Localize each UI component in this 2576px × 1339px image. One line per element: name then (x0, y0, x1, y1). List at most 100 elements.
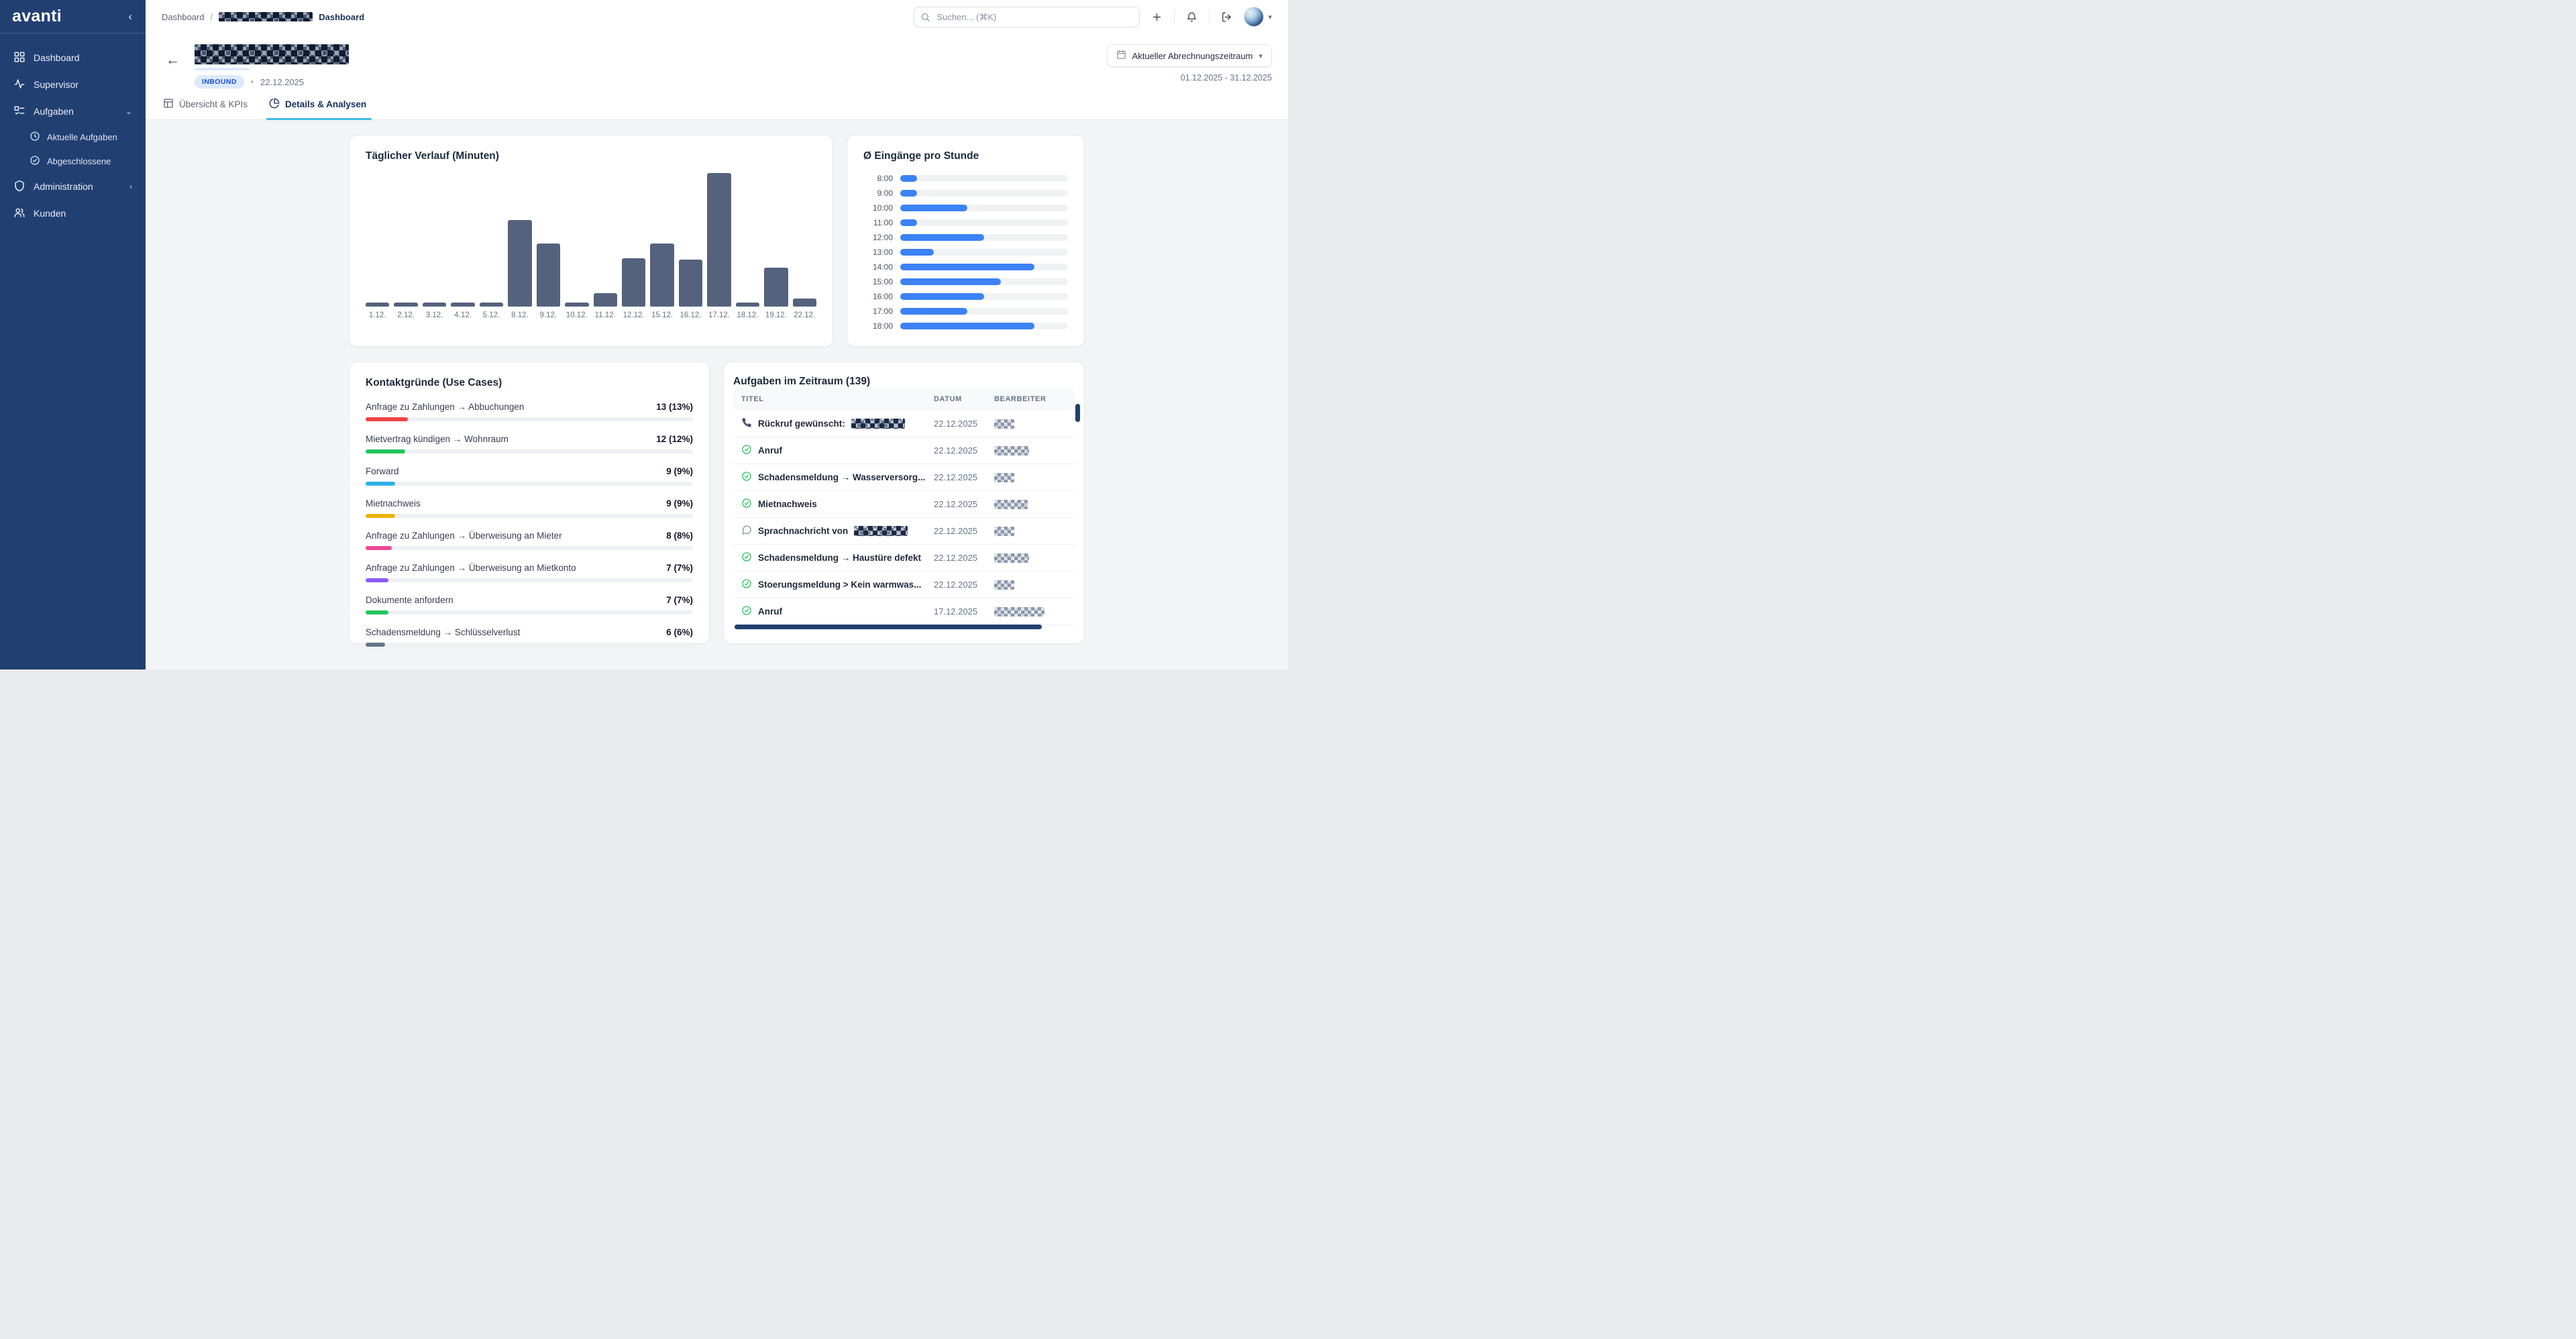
bearbeiter-redacted (994, 580, 1014, 590)
task-title: Sprachnachricht von (758, 526, 848, 536)
use-case-label: Dokumente anfordern (366, 595, 462, 605)
table-row[interactable]: Mietnachweis 22.12.2025 (733, 491, 1075, 518)
progress-track (366, 610, 693, 614)
notifications-bell-button[interactable] (1183, 9, 1200, 25)
task-title: Schadensmeldung → Wasserversorg... (758, 472, 925, 482)
check-circle-icon (741, 605, 752, 618)
x-axis-tick-label: 18.12. (737, 311, 758, 319)
hour-row: 15:00 (863, 274, 1068, 289)
billing-period-dropdown[interactable]: Aktueller Abrechnungszeitraum ▾ (1107, 44, 1272, 67)
x-axis-tick-label: 9.12. (540, 311, 557, 319)
daily-bar-chart: 1.12. 2.12. 3.12. 4.12. (366, 173, 816, 319)
bar-fill (900, 190, 917, 197)
daily-minutes-card: Täglicher Verlauf (Minuten) 1.12. 2.12. (349, 135, 833, 347)
task-title: Anruf (758, 445, 782, 456)
hour-label: 15:00 (863, 277, 893, 286)
add-button[interactable] (1148, 9, 1165, 25)
task-title-redacted (851, 419, 905, 429)
task-bearbeiter-cell (994, 419, 1075, 429)
sidebar-item-aktuelle-aufgaben[interactable]: Aktuelle Aufgaben (7, 125, 139, 149)
x-axis-tick-label: 17.12. (708, 311, 730, 319)
progress-track (366, 546, 693, 550)
bar (537, 244, 560, 307)
bar (650, 244, 674, 307)
cards-wrapper: Täglicher Verlauf (Minuten) 1.12. 2.12. (349, 135, 1085, 644)
bar-column: 16.12. (679, 173, 702, 319)
bar-track (900, 308, 1068, 315)
table-row[interactable]: Schadensmeldung → Haustüre defekt 22.12.… (733, 545, 1075, 572)
x-axis-tick-label: 4.12. (454, 311, 472, 319)
horizontal-scrollbar-thumb[interactable] (735, 625, 1042, 629)
user-avatar[interactable] (1244, 7, 1264, 27)
bar (480, 303, 503, 307)
hour-label: 8:00 (863, 174, 893, 183)
hour-row: 9:00 (863, 186, 1068, 201)
tab-details-analysen[interactable]: Details & Analysen (268, 93, 368, 119)
use-case-label: Schadensmeldung → Schlüsselverlust (366, 627, 528, 637)
sidebar-item-administration[interactable]: Administration › (7, 173, 139, 200)
bearbeiter-redacted (994, 553, 1029, 563)
progress-fill (366, 417, 408, 421)
bearbeiter-redacted (994, 500, 1028, 509)
avanti-logo: avanti (12, 7, 62, 26)
task-date: 22.12.2025 (934, 526, 994, 536)
table-row[interactable]: Stoerungsmeldung > Kein warmwas... 22.12… (733, 572, 1075, 598)
bar-fill (900, 175, 917, 182)
users-icon (13, 207, 25, 221)
chevron-down-icon: ⌄ (125, 107, 132, 116)
sidebar-collapse-button[interactable]: ‹ (125, 9, 135, 23)
x-axis-tick-label: 2.12. (397, 311, 415, 319)
table-row[interactable]: Anruf 22.12.2025 (733, 437, 1075, 464)
hour-label: 12:00 (863, 233, 893, 242)
sidebar-item-supervisor[interactable]: Supervisor (7, 71, 139, 98)
hour-row: 16:00 (863, 289, 1068, 304)
sidebar-item-kunden[interactable]: Kunden (7, 200, 139, 227)
bearbeiter-redacted (994, 446, 1029, 456)
check-circle-icon (741, 471, 752, 484)
table-row[interactable]: Schadensmeldung → Wasserversorg... 22.12… (733, 464, 1075, 491)
dashboard-grid-icon (13, 51, 25, 65)
bar-column: 18.12. (736, 173, 759, 319)
tab-label: Details & Analysen (285, 99, 366, 109)
task-bearbeiter-cell (994, 473, 1075, 482)
hour-label: 17:00 (863, 307, 893, 316)
tab-uebersicht-kpis[interactable]: Übersicht & KPIs (162, 93, 249, 119)
progress-track (366, 514, 693, 518)
logout-button[interactable] (1218, 9, 1235, 25)
sidebar-item-aufgaben[interactable]: Aufgaben ⌄ (7, 98, 139, 125)
sidebar-item-dashboard[interactable]: Dashboard (7, 44, 139, 71)
shield-icon (13, 180, 25, 194)
task-title-cell: Stoerungsmeldung > Kein warmwas... (733, 578, 934, 591)
x-axis-tick-label: 11.12. (595, 311, 616, 319)
topbar-actions: ▾ (914, 7, 1272, 28)
bar-column: 8.12. (508, 173, 531, 319)
pie-chart-icon (269, 98, 280, 111)
vertical-scrollbar-thumb[interactable] (1075, 404, 1080, 422)
table-header: TITEL DATUM BEARBEITER (733, 388, 1075, 411)
bar (793, 299, 816, 307)
search-input[interactable] (914, 7, 1140, 28)
table-row[interactable]: Rückruf gewünscht: 22.12.2025 (733, 411, 1075, 437)
progress-fill (366, 482, 395, 486)
bar-column: 15.12. (650, 173, 674, 319)
back-button[interactable]: ← (162, 51, 184, 68)
bar-column: 1.12. (366, 173, 389, 319)
use-case-item: Anfrage zu Zahlungen → Überweisung an Mi… (366, 563, 693, 582)
task-date: 22.12.2025 (934, 553, 994, 563)
use-case-label: Forward (366, 466, 407, 476)
bar-track (900, 264, 1068, 270)
activity-icon (13, 78, 25, 92)
card-title: Ø Eingänge pro Stunde (863, 150, 1068, 162)
table-row[interactable]: Sprachnachricht von 22.12.2025 (733, 518, 1075, 545)
sidebar-nav: Dashboard Supervisor Aufgaben ⌄ Aktuelle… (0, 34, 146, 237)
x-axis-tick-label: 3.12. (426, 311, 443, 319)
bar (736, 303, 759, 307)
table-row[interactable]: Anruf 17.12.2025 (733, 598, 1075, 625)
user-menu[interactable]: ▾ (1244, 7, 1272, 27)
sidebar-item-abgeschlossene[interactable]: Abgeschlossene (7, 149, 139, 173)
task-bearbeiter-cell (994, 553, 1075, 563)
task-title: Mietnachweis (758, 499, 817, 509)
breadcrumb-dashboard-link[interactable]: Dashboard (162, 12, 205, 22)
table-body: Rückruf gewünscht: 22.12.2025 (733, 411, 1075, 625)
use-case-value: 13 (13%) (656, 402, 693, 412)
